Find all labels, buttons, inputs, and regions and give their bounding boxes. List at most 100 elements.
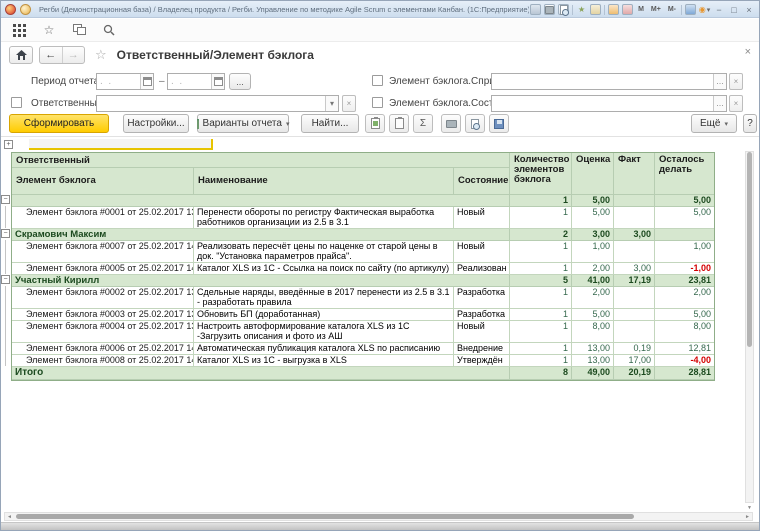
- cell-fact[interactable]: 3,00: [614, 263, 655, 275]
- cell-fact[interactable]: 17,19: [614, 275, 655, 287]
- cell-remaining[interactable]: 8,00: [655, 321, 714, 343]
- cell-estimate[interactable]: 5,00: [572, 207, 614, 229]
- cell-estimate[interactable]: 2,00: [572, 263, 614, 275]
- cell-remaining[interactable]: 5,00: [655, 195, 714, 207]
- cell-name[interactable]: Каталог XLS из 1С - Ссылка на поиск по с…: [194, 263, 454, 275]
- responsible-checkbox[interactable]: [11, 97, 22, 108]
- cell-estimate[interactable]: 2,00: [572, 287, 614, 309]
- expand-all-icon[interactable]: +: [4, 140, 13, 149]
- table-row-detail[interactable]: Элемент бэклога #0004 от 25.02.2017 13:4…: [12, 321, 714, 343]
- cell-fact[interactable]: [614, 207, 655, 229]
- cell-name[interactable]: Каталог XLS из 1С - выгрузка в XLS: [194, 355, 454, 367]
- save-icon[interactable]: [530, 4, 541, 15]
- cell-fact[interactable]: 20,19: [614, 367, 655, 380]
- memory-m-button[interactable]: М: [636, 4, 646, 15]
- cell-group-label[interactable]: Скрамович Максим: [12, 229, 510, 241]
- state-clear-button[interactable]: ×: [729, 95, 743, 112]
- cell-count[interactable]: 1: [510, 263, 572, 275]
- cell-estimate[interactable]: 8,00: [572, 321, 614, 343]
- cell-count[interactable]: 8: [510, 367, 572, 380]
- cell-state[interactable]: Утверждён: [454, 355, 510, 367]
- cell-name[interactable]: Реализовать пересчёт цены по наценке от …: [194, 241, 454, 263]
- table-row-group[interactable]: Участный Кирилл541,0017,1923,81: [12, 275, 714, 287]
- cell-name[interactable]: Перенести обороты по регистру Фактическа…: [194, 207, 454, 229]
- cell-fact[interactable]: [614, 287, 655, 309]
- cell-count[interactable]: 1: [510, 195, 572, 207]
- period-to-input[interactable]: [168, 76, 211, 87]
- responsible-input[interactable]: [97, 98, 325, 109]
- cell-fact[interactable]: 3,00: [614, 229, 655, 241]
- paste-icon[interactable]: [365, 114, 385, 133]
- report-variants-button[interactable]: Варианты отчета▾: [197, 114, 289, 133]
- search-icon[interactable]: [101, 22, 117, 38]
- calculator-icon[interactable]: [622, 4, 633, 15]
- cell-count[interactable]: 2: [510, 229, 572, 241]
- cell-count[interactable]: 5: [510, 275, 572, 287]
- vertical-scroll-thumb[interactable]: [747, 152, 752, 347]
- save-report-icon[interactable]: [489, 114, 509, 133]
- cell-remaining[interactable]: 28,81: [655, 367, 714, 380]
- print-icon[interactable]: [544, 4, 555, 15]
- history-windows-icon[interactable]: [71, 22, 87, 38]
- settings-button[interactable]: Настройки...: [123, 114, 189, 133]
- forward-button[interactable]: →: [63, 47, 85, 63]
- cell-remaining[interactable]: 1,00: [655, 241, 714, 263]
- cell-estimate[interactable]: 41,00: [572, 275, 614, 287]
- cell-remaining[interactable]: 5,00: [655, 207, 714, 229]
- cell-remaining[interactable]: 5,00: [655, 309, 714, 321]
- favorites-star-icon[interactable]: ☆: [41, 22, 57, 38]
- cell-state[interactable]: Разработка: [454, 287, 510, 309]
- responsible-clear-button[interactable]: ×: [342, 95, 356, 112]
- period-from-input[interactable]: [97, 76, 140, 87]
- cell-remaining[interactable]: 23,81: [655, 275, 714, 287]
- preview-report-icon[interactable]: [465, 114, 485, 133]
- table-row-group[interactable]: 15,005,00: [12, 195, 714, 207]
- table-row-detail[interactable]: Элемент бэклога #0002 от 25.02.2017 13:1…: [12, 287, 714, 309]
- sprint-input[interactable]: [492, 76, 713, 87]
- cell-count[interactable]: 1: [510, 321, 572, 343]
- back-button[interactable]: ←: [40, 47, 63, 63]
- cell-count[interactable]: 1: [510, 343, 572, 355]
- cell-name[interactable]: Сдельные наряды, введённые в 2017 перене…: [194, 287, 454, 309]
- table-row-detail[interactable]: Элемент бэклога #0007 от 25.02.2017 14:2…: [12, 241, 714, 263]
- cell-remaining[interactable]: -1,00: [655, 263, 714, 275]
- cell-count[interactable]: 1: [510, 287, 572, 309]
- cell-estimate[interactable]: 5,00: [572, 195, 614, 207]
- cell-fact[interactable]: [614, 309, 655, 321]
- period-more-button[interactable]: ...: [229, 73, 251, 90]
- cell-remaining[interactable]: -4,00: [655, 355, 714, 367]
- table-row-group[interactable]: Скрамович Максим23,003,00: [12, 229, 714, 241]
- cell-backlog-item[interactable]: Элемент бэклога #0007 от 25.02.2017 14:2…: [12, 241, 194, 263]
- menu-grid-icon[interactable]: [11, 22, 27, 38]
- app-menu-icon[interactable]: [5, 4, 16, 15]
- cell-backlog-item[interactable]: Элемент бэклога #0008 от 25.02.2017 14:4…: [12, 355, 194, 367]
- cell-state[interactable]: Новый: [454, 207, 510, 229]
- cell-group-label[interactable]: Участный Кирилл: [12, 275, 510, 287]
- minimize-button[interactable]: −: [713, 4, 725, 15]
- cell-estimate[interactable]: 5,00: [572, 309, 614, 321]
- app-secondary-icon[interactable]: [20, 4, 31, 15]
- cell-remaining[interactable]: 12,81: [655, 343, 714, 355]
- scroll-left-arrow[interactable]: ◄: [5, 514, 14, 520]
- cell-fact[interactable]: [614, 241, 655, 263]
- group-collapse-icon[interactable]: −: [1, 195, 10, 204]
- sheet-selection-cell[interactable]: [29, 139, 213, 150]
- maximize-button[interactable]: □: [728, 4, 740, 15]
- state-input[interactable]: [492, 98, 713, 109]
- table-row-detail[interactable]: Элемент бэклога #0008 от 25.02.2017 14:4…: [12, 355, 714, 367]
- scroll-right-arrow[interactable]: ►: [743, 514, 752, 520]
- cell-backlog-item[interactable]: Элемент бэклога #0002 от 25.02.2017 13:1…: [12, 287, 194, 309]
- close-form-icon[interactable]: ×: [745, 46, 751, 58]
- table-row-detail[interactable]: Элемент бэклога #0005 от 25.02.2017 14:3…: [12, 263, 714, 275]
- sprint-checkbox[interactable]: [372, 75, 383, 86]
- print-report-icon[interactable]: [441, 114, 461, 133]
- cell-backlog-item[interactable]: Элемент бэклога #0006 от 25.02.2017 14:3…: [12, 343, 194, 355]
- state-choose-icon[interactable]: …: [713, 96, 726, 111]
- table-row-detail[interactable]: Элемент бэклога #0001 от 25.02.2017 13:1…: [12, 207, 714, 229]
- find-button[interactable]: Найти...: [301, 114, 359, 133]
- table-row-detail[interactable]: Элемент бэклога #0006 от 25.02.2017 14:3…: [12, 343, 714, 355]
- cell-name[interactable]: Настроить автоформирование каталога XLS …: [194, 321, 454, 343]
- cell-estimate[interactable]: 1,00: [572, 241, 614, 263]
- panels-icon[interactable]: [685, 4, 696, 15]
- sprint-clear-button[interactable]: ×: [729, 73, 743, 90]
